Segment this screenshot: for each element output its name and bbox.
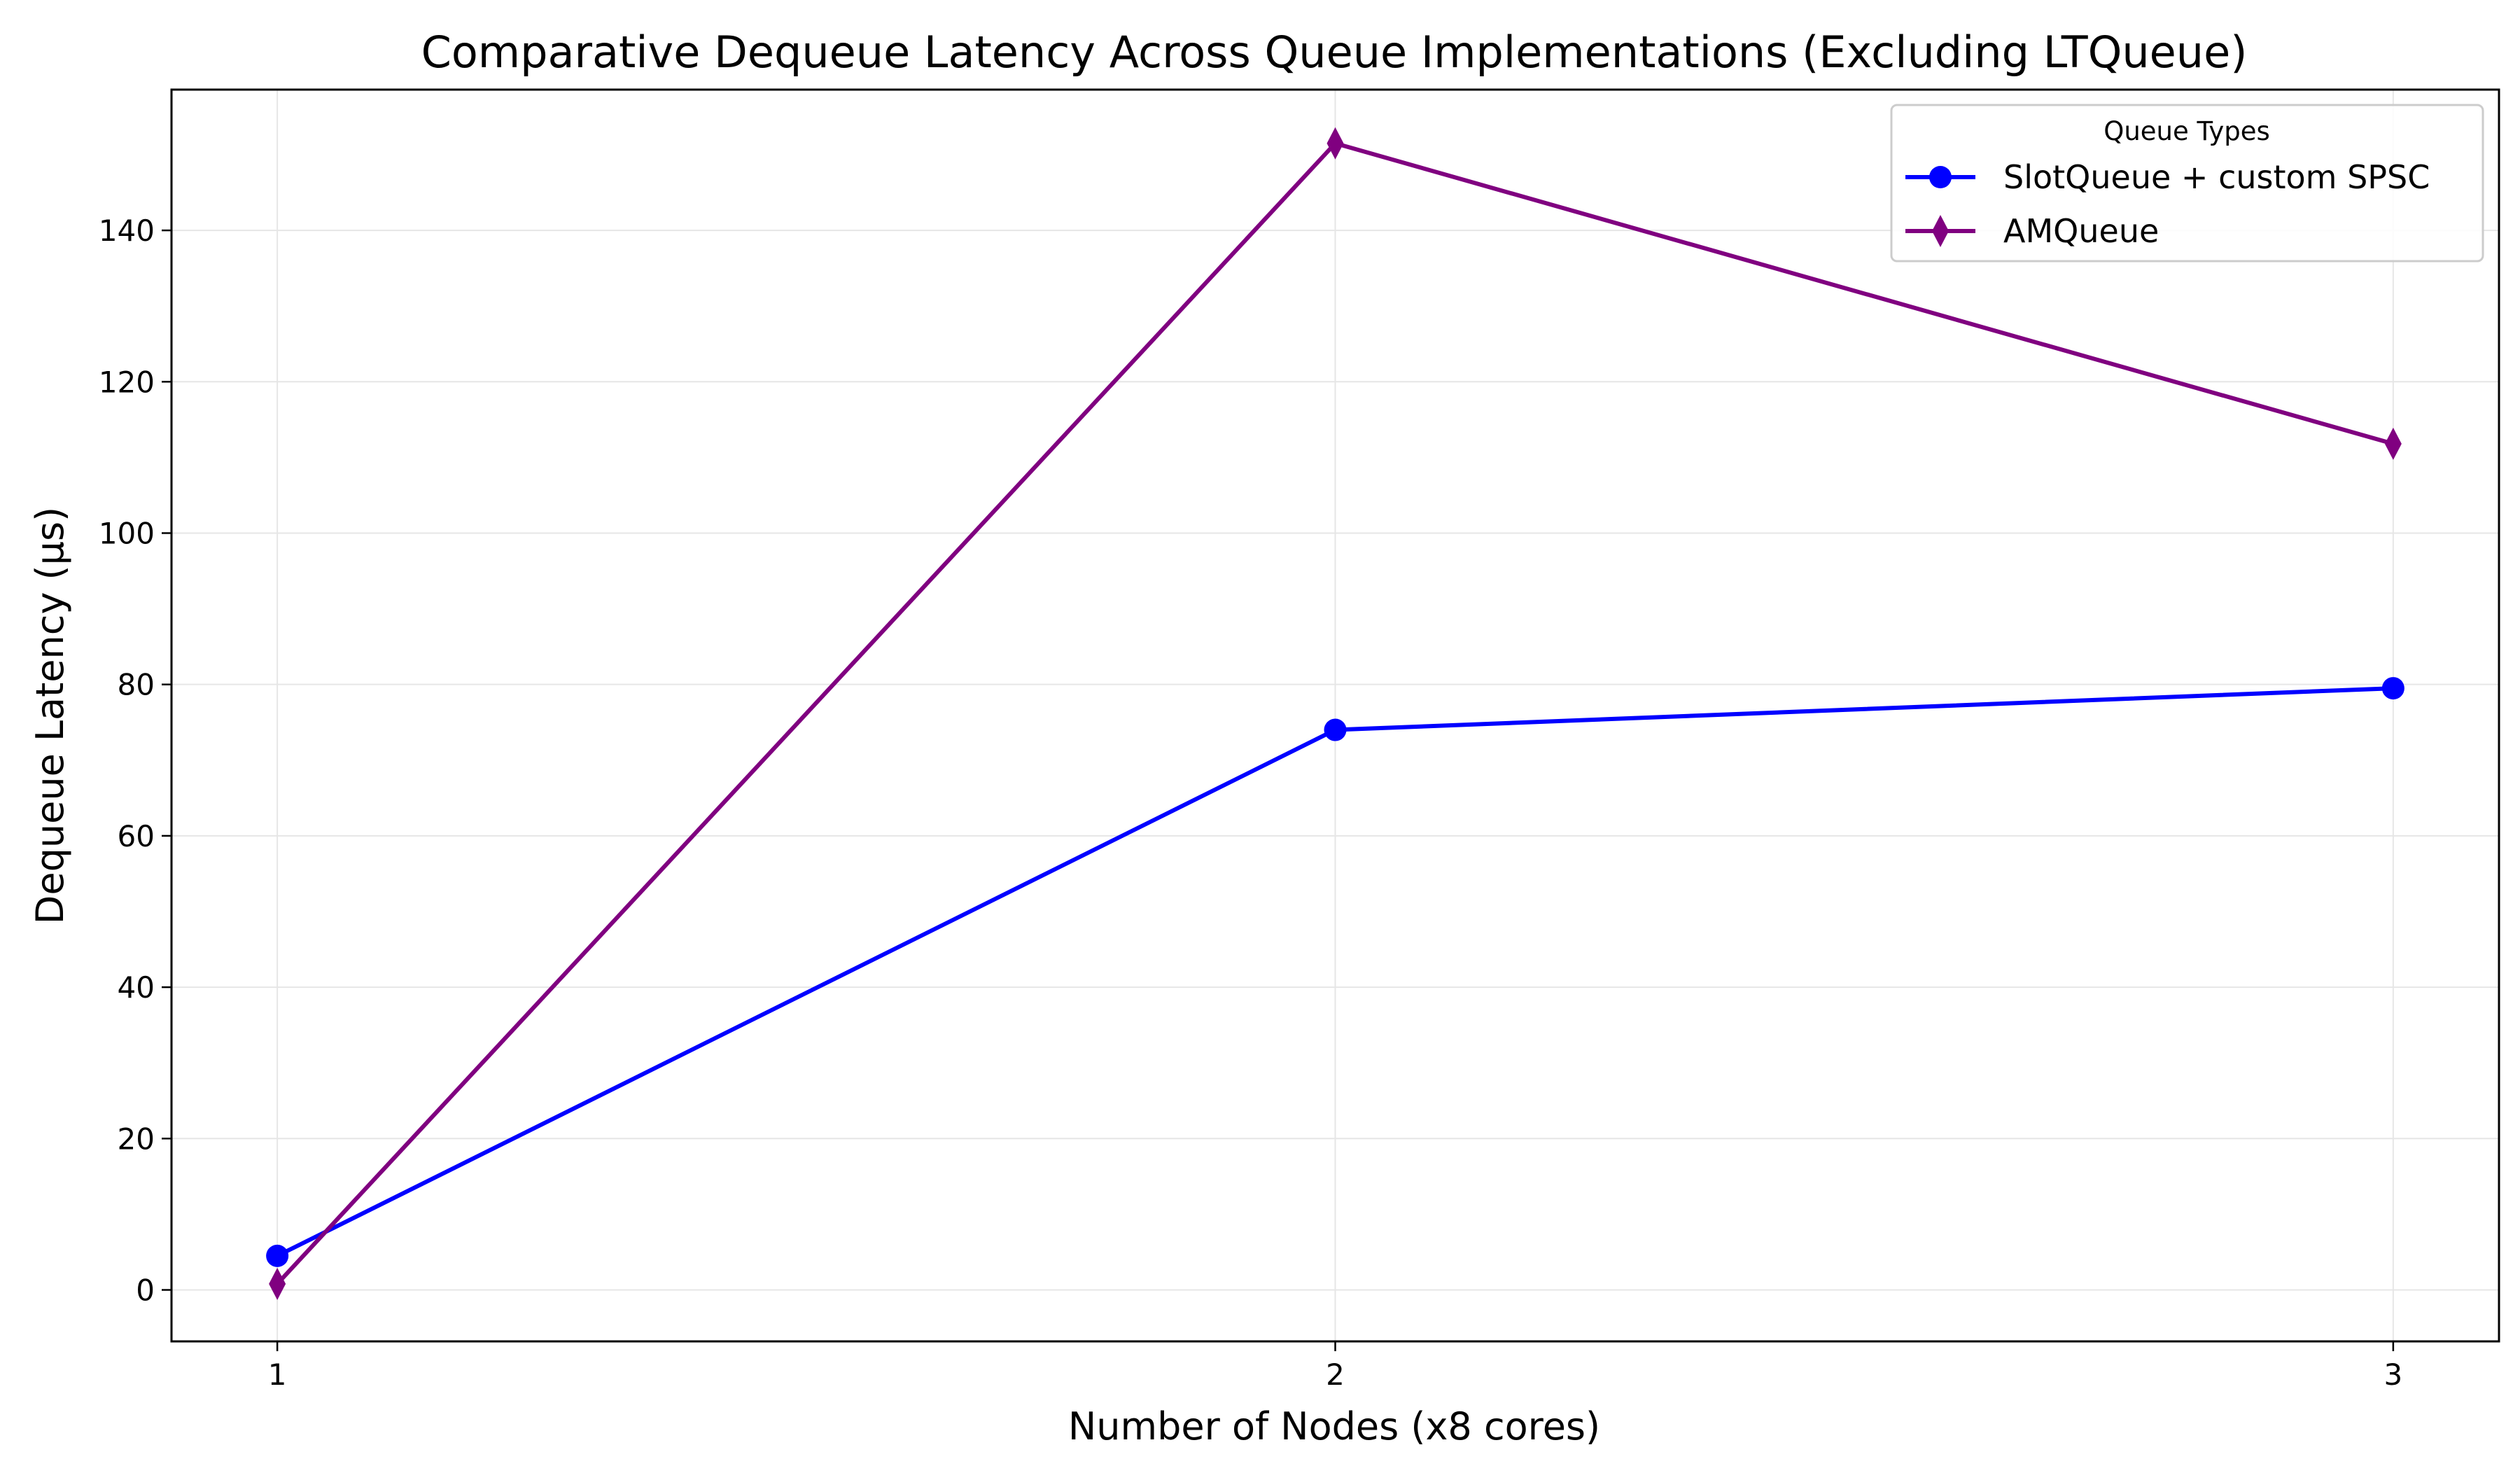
data-point-slotqueue-custom-spsc: [1324, 718, 1347, 741]
data-point-slotqueue-custom-spsc: [2381, 677, 2404, 700]
data-point-slotqueue-custom-spsc: [266, 1244, 289, 1267]
y-tick-label: 60: [118, 819, 155, 853]
legend-label-amqueue: AMQueue: [2003, 212, 2159, 250]
y-tick-label: 40: [118, 970, 155, 1005]
y-tick-label: 80: [118, 668, 155, 702]
y-tick-label: 20: [118, 1122, 155, 1156]
chart-title: Comparative Dequeue Latency Across Queue…: [421, 27, 2248, 78]
legend: Queue Types SlotQueue + custom SPSC AMQue…: [1890, 104, 2484, 263]
line-chart: Comparative Dequeue Latency Across Queue…: [0, 0, 2520, 1470]
y-tick-label: 100: [99, 516, 155, 550]
x-tick-label: 1: [268, 1357, 287, 1392]
chart: Comparative Dequeue Latency Across Queue…: [0, 0, 2520, 1470]
y-tick-label: 0: [136, 1273, 155, 1307]
legend-label-slotqueue-custom-spsc: SlotQueue + custom SPSC: [2003, 158, 2430, 196]
y-tick-label: 120: [99, 365, 155, 399]
y-tick-label: 140: [99, 214, 155, 248]
x-tick-label: 3: [2384, 1357, 2402, 1392]
x-axis-label: Number of Nodes (x8 cores): [1068, 1404, 1600, 1448]
legend-title: Queue Types: [2104, 116, 2270, 146]
plot-area: [170, 88, 2500, 1343]
x-tick-label: 2: [1326, 1357, 1345, 1392]
legend-marker-slotqueue-custom-spsc: [1929, 166, 1952, 188]
y-axis-label: Dequeue Latency (µs): [28, 507, 72, 924]
